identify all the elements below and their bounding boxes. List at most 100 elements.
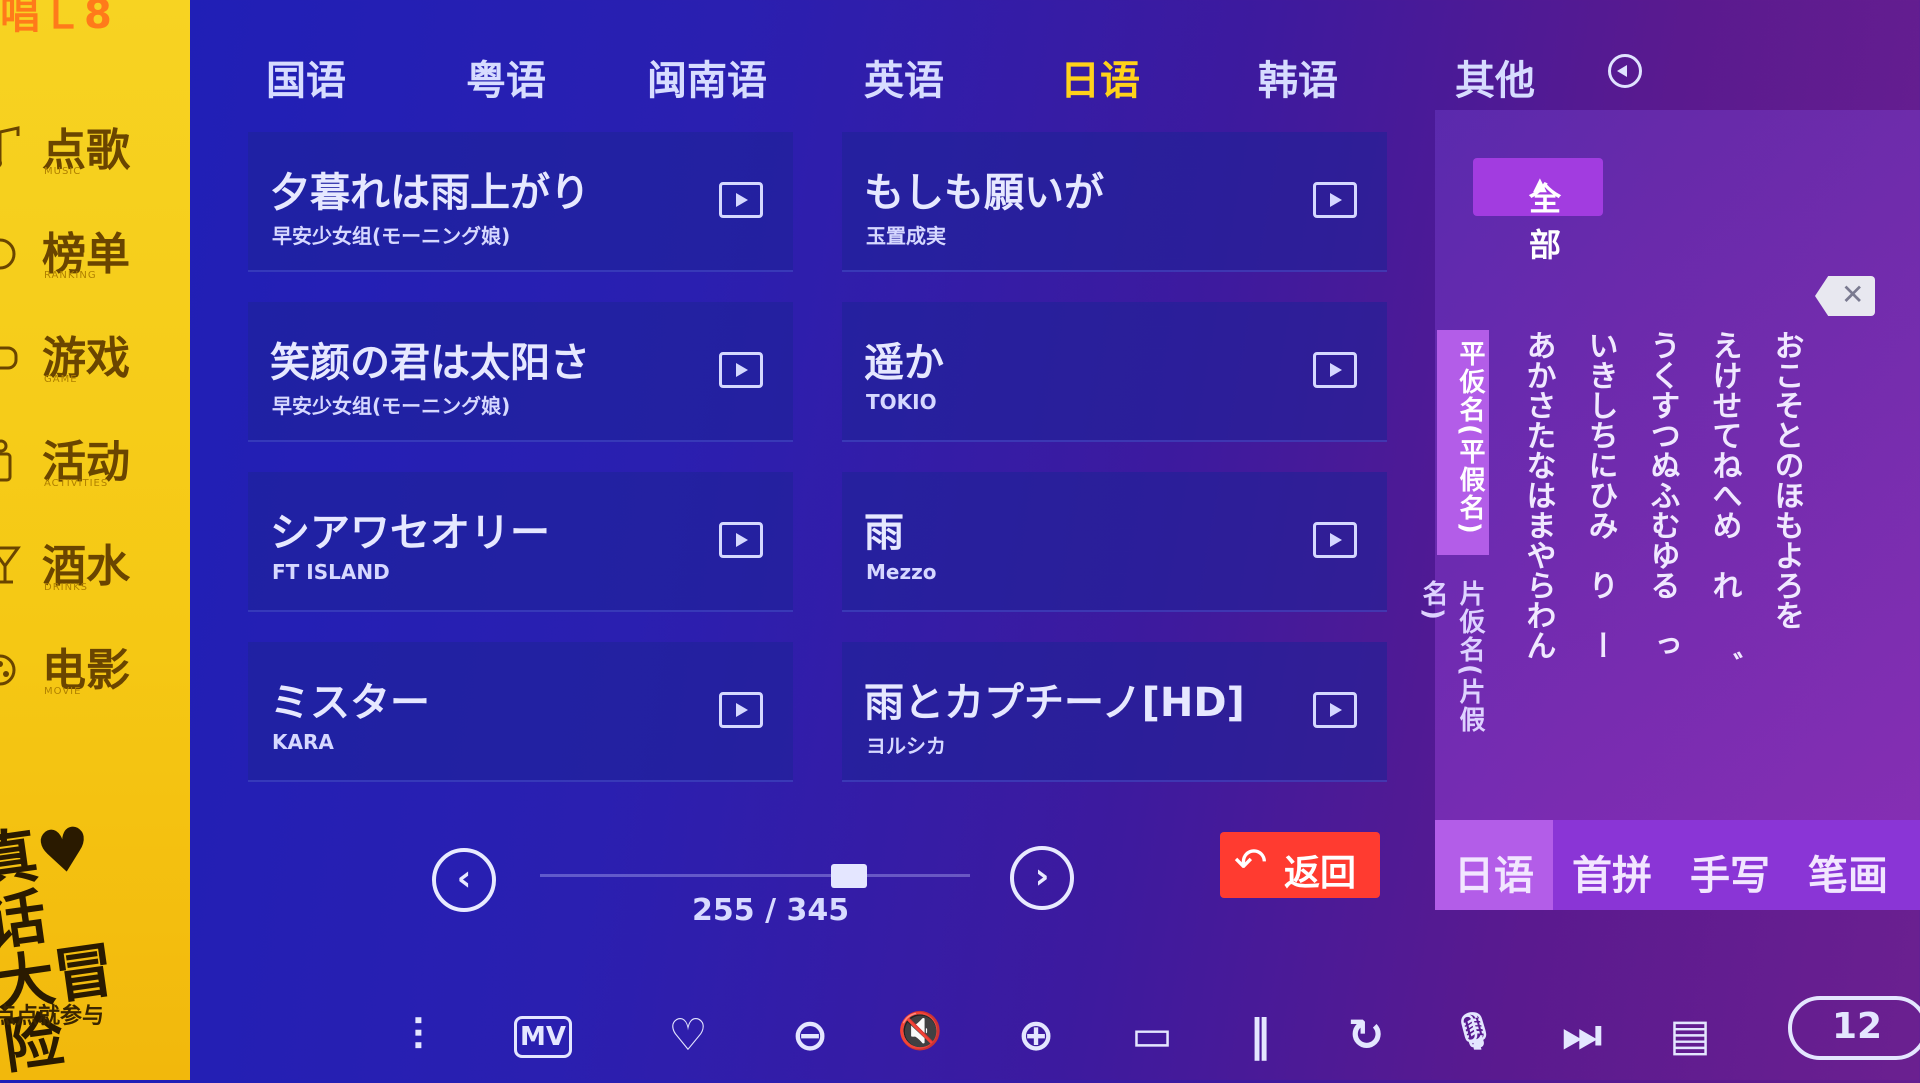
- promo-title: 真♥话 大冒险: [0, 813, 119, 1083]
- song-title: 雨: [864, 510, 904, 556]
- queued-count-badge[interactable]: 12: [1788, 996, 1920, 1060]
- kana-column[interactable]: いきしちにひみ り ー: [1580, 330, 1620, 670]
- song-artist: Mezzo: [866, 560, 937, 584]
- caret-up-icon: ▲: [1533, 174, 1547, 195]
- mode-initials[interactable]: 首拼: [1572, 843, 1652, 901]
- song-title: 遥か: [864, 340, 944, 386]
- tune-icon: ⫶: [412, 1010, 424, 1061]
- sidebar-item-sublabel: MUSIC: [44, 166, 82, 177]
- promo-subtitle: 点点就参与: [0, 1004, 105, 1029]
- sidebar-item-movie[interactable]: 电影 MOVIE: [0, 628, 190, 718]
- play-preview-icon[interactable]: [1313, 522, 1357, 558]
- sidebar-item-sublabel: DRINKS: [44, 582, 88, 593]
- close-icon: ✕: [1841, 278, 1865, 311]
- tab-mandarin[interactable]: 国语: [266, 48, 346, 106]
- song-artist: TOKIO: [866, 390, 937, 414]
- truth-or-dare-promo[interactable]: 真♥话 大冒险 点点就参与: [0, 800, 160, 1082]
- play-preview-icon[interactable]: [1313, 352, 1357, 388]
- song-artist: ヨルシカ: [866, 734, 946, 758]
- song-card[interactable]: 雨 Mezzo: [842, 472, 1387, 612]
- next-song-button[interactable]: ⏭: [1552, 1010, 1612, 1070]
- song-card[interactable]: 雨とカプチーノ[HD] ヨルシカ: [842, 642, 1387, 782]
- song-artist: 早安少女组(モーニング娘): [272, 224, 511, 248]
- pause-button[interactable]: ‖: [1230, 1010, 1290, 1070]
- song-artist: 早安少女组(モーニング娘): [272, 394, 511, 418]
- song-card[interactable]: ミスター KARA: [248, 642, 793, 782]
- sidebar-item-song-select[interactable]: 点歌 MUSIC: [0, 108, 190, 198]
- play-preview-icon[interactable]: [719, 692, 763, 728]
- song-card[interactable]: シアワセオリー FT ISLAND: [248, 472, 793, 612]
- volume-down-button[interactable]: ⊖: [780, 1010, 840, 1070]
- mute-icon: 🔇: [897, 1011, 943, 1052]
- song-card[interactable]: もしも願いが 玉置成実: [842, 132, 1387, 272]
- effects-icon: ♡: [668, 1010, 708, 1061]
- kana-column[interactable]: あかさたなはまやらわん: [1518, 330, 1558, 670]
- song-title: 夕暮れは雨上がり: [270, 170, 590, 216]
- page-progress-thumb[interactable]: [831, 864, 868, 888]
- chevron-left-icon: ‹: [456, 858, 472, 899]
- back-arrow-icon: ↶: [1234, 840, 1268, 886]
- sidebar-item-ranking[interactable]: 榜单 RANKING: [0, 212, 190, 302]
- wine-glass-icon: [0, 546, 21, 584]
- song-title: 雨とカプチーノ[HD]: [864, 680, 1245, 726]
- song-title: 笑颜の君は太阳さ: [270, 340, 590, 386]
- sidebar-item-drinks[interactable]: 酒水 DRINKS: [0, 524, 190, 614]
- mic-button[interactable]: 🎙: [1444, 1010, 1504, 1070]
- effects-button[interactable]: ♡: [658, 1010, 718, 1070]
- song-title: もしも願いが: [864, 170, 1104, 216]
- tab-korean[interactable]: 韩语: [1258, 48, 1338, 106]
- sidebar-item-sublabel: ACTIVITIES: [44, 478, 109, 489]
- play-preview-icon[interactable]: [719, 352, 763, 388]
- mode-japanese[interactable]: 日语: [1454, 843, 1534, 901]
- queued-count: 12: [1832, 1006, 1883, 1047]
- pause-icon: ‖: [1249, 1010, 1271, 1061]
- tab-other[interactable]: 其他: [1455, 48, 1535, 106]
- tab-scroll-left-icon[interactable]: [1608, 54, 1642, 88]
- play-preview-icon[interactable]: [719, 182, 763, 218]
- replay-button[interactable]: ↻: [1336, 1010, 1396, 1070]
- volume-down-icon: ⊖: [791, 1010, 829, 1061]
- song-card[interactable]: 笑颜の君は太阳さ 早安少女组(モーニング娘): [248, 302, 793, 442]
- score-button[interactable]: ▭: [1122, 1010, 1182, 1070]
- mv-icon: MV: [514, 1016, 572, 1058]
- next-page-button[interactable]: ›: [1010, 846, 1074, 910]
- ranking-icon: [0, 238, 16, 270]
- tab-hokkien[interactable]: 闽南语: [647, 48, 767, 106]
- queue-icon: ▤: [1669, 1010, 1711, 1061]
- kana-column[interactable]: えけせてねへめ れ ゛: [1704, 330, 1744, 670]
- tab-japanese[interactable]: 日语: [1060, 48, 1140, 106]
- song-artist: KARA: [272, 730, 334, 754]
- play-preview-icon[interactable]: [719, 522, 763, 558]
- page-progress-track[interactable]: [540, 874, 970, 877]
- mute-button[interactable]: 🔇: [890, 1010, 950, 1070]
- sidebar-item-sublabel: GAME: [44, 374, 78, 385]
- mv-button[interactable]: MV: [514, 1010, 574, 1070]
- score-icon: ▭: [1131, 1010, 1173, 1061]
- queue-button[interactable]: ▤: [1660, 1010, 1720, 1070]
- back-button[interactable]: ↶ 返回: [1220, 832, 1380, 898]
- play-preview-icon[interactable]: [1313, 692, 1357, 728]
- song-card[interactable]: 夕暮れは雨上がり 早安少女组(モーニング娘): [248, 132, 793, 272]
- song-artist: 玉置成実: [866, 224, 946, 248]
- kana-column[interactable]: うくすつぬふむゆる っ: [1642, 330, 1682, 670]
- mode-strokes[interactable]: 笔画: [1808, 843, 1888, 901]
- tab-cantonese[interactable]: 粤语: [466, 48, 546, 106]
- tab-hiragana[interactable]: 平仮名(平假名): [1437, 330, 1489, 555]
- tab-katakana[interactable]: 片仮名(片假名): [1418, 570, 1489, 770]
- tab-english[interactable]: 英语: [864, 48, 944, 106]
- kana-column[interactable]: おこそとのほもよろを: [1766, 330, 1806, 640]
- app-logo: 唱Ｌ8: [0, 0, 114, 38]
- song-title: シアワセオリー: [270, 510, 550, 556]
- filter-all-button[interactable]: 全部 ▲: [1473, 158, 1603, 264]
- mode-handwriting[interactable]: 手写: [1690, 843, 1770, 901]
- song-card[interactable]: 遥か TOKIO: [842, 302, 1387, 442]
- prev-page-button[interactable]: ‹: [432, 848, 496, 912]
- play-preview-icon[interactable]: [1313, 182, 1357, 218]
- chevron-right-icon: ›: [1034, 856, 1050, 897]
- sidebar-item-game[interactable]: 游戏 GAME: [0, 316, 190, 406]
- page-count: 255 / 345: [692, 893, 850, 928]
- activities-icon: [0, 439, 12, 482]
- volume-up-button[interactable]: ⊕: [1006, 1010, 1066, 1070]
- sidebar-item-activities[interactable]: 活动 ACTIVITIES: [0, 420, 190, 510]
- tune-button[interactable]: ⫶: [388, 1010, 448, 1070]
